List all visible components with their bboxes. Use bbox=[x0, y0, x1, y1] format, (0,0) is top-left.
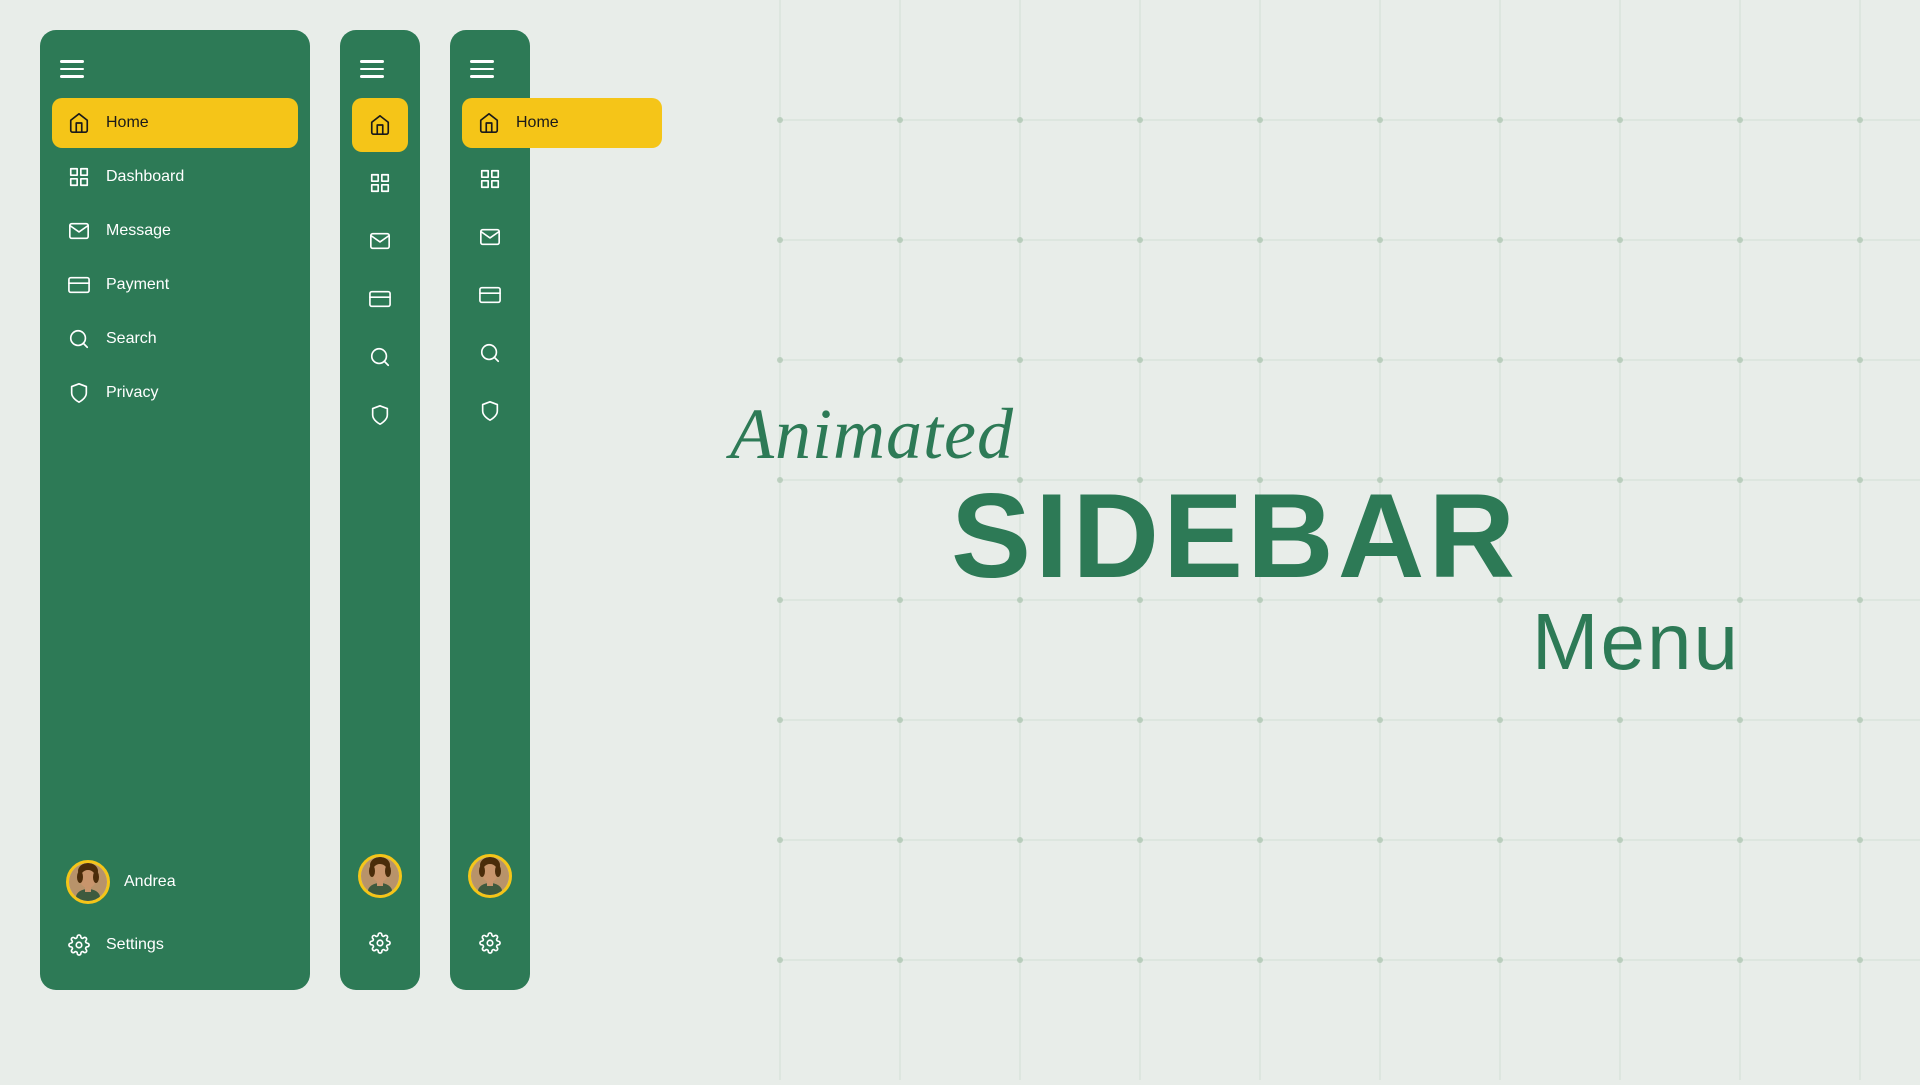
sidebar-item-settings-m[interactable] bbox=[352, 916, 408, 970]
hamburger-line-3 bbox=[60, 75, 84, 78]
sidebar-bottom-mini bbox=[450, 840, 530, 970]
hamburger-button-medium[interactable] bbox=[340, 50, 420, 98]
hamburger-line-m2 bbox=[360, 68, 384, 71]
home-icon-s bbox=[476, 110, 502, 136]
dashboard-icon bbox=[66, 164, 92, 190]
hamburger-icon-full bbox=[60, 60, 84, 78]
message-icon-s bbox=[477, 224, 503, 250]
sidebar-item-dashboard-s[interactable] bbox=[462, 152, 518, 206]
hamburger-line-s2 bbox=[470, 68, 494, 71]
sidebar-item-settings-s[interactable] bbox=[462, 916, 518, 970]
home-icon bbox=[66, 110, 92, 136]
sidebar-item-user[interactable]: Andrea bbox=[52, 848, 298, 916]
hamburger-line-s1 bbox=[470, 60, 494, 63]
sidebar-item-message-m[interactable] bbox=[352, 214, 408, 268]
settings-icon bbox=[66, 932, 92, 958]
sidebar-heading: SIDEBAR bbox=[951, 469, 1519, 603]
hamburger-button-mini[interactable] bbox=[450, 50, 530, 98]
nav-items-full: Home Dashboard bbox=[40, 98, 310, 849]
dashboard-icon-m bbox=[367, 170, 393, 196]
user-name-label: Andrea bbox=[124, 873, 176, 891]
search-icon-m bbox=[367, 344, 393, 370]
hamburger-icon-mini bbox=[470, 60, 494, 78]
dashboard-label: Dashboard bbox=[106, 168, 184, 186]
avatar bbox=[66, 860, 110, 904]
sidebar-item-search-s[interactable] bbox=[462, 326, 518, 380]
message-icon bbox=[66, 218, 92, 244]
sidebar-item-privacy-s[interactable] bbox=[462, 384, 518, 438]
settings-icon-m bbox=[367, 930, 393, 956]
hamburger-line-2 bbox=[60, 68, 84, 71]
sidebar-item-payment-m[interactable] bbox=[352, 272, 408, 326]
avatar-s bbox=[468, 854, 512, 898]
sidebar-item-user-s[interactable] bbox=[462, 840, 518, 912]
sidebar-item-privacy-m[interactable] bbox=[352, 388, 408, 442]
message-label: Message bbox=[106, 222, 171, 240]
sidebar-item-home[interactable]: Home bbox=[52, 98, 298, 148]
sidebar-item-payment[interactable]: Payment bbox=[52, 260, 298, 310]
sidebar-item-user-m[interactable] bbox=[352, 840, 408, 912]
hamburger-line-m3 bbox=[360, 75, 384, 78]
nav-items-medium bbox=[340, 98, 420, 841]
avatar-image-m bbox=[361, 857, 399, 895]
home-icon-m bbox=[367, 112, 393, 138]
hamburger-line-1 bbox=[60, 60, 84, 63]
privacy-icon bbox=[66, 380, 92, 406]
hamburger-button-full[interactable] bbox=[40, 50, 310, 98]
animated-heading: Animated bbox=[730, 394, 1014, 474]
message-icon-m bbox=[367, 228, 393, 254]
sidebar-item-dashboard-m[interactable] bbox=[352, 156, 408, 210]
settings-label: Settings bbox=[106, 936, 164, 954]
menu-heading: Menu bbox=[1532, 597, 1740, 686]
sidebar-item-privacy[interactable]: Privacy bbox=[52, 368, 298, 418]
dashboard-icon-s bbox=[477, 166, 503, 192]
sidebar-bottom-full: Andrea Settings bbox=[40, 848, 310, 970]
avatar-m bbox=[358, 854, 402, 898]
sidebar-item-home-s[interactable]: Home bbox=[462, 98, 662, 148]
sidebar-item-message[interactable]: Message bbox=[52, 206, 298, 256]
avatar-image-s bbox=[471, 857, 509, 895]
sidebar-item-dashboard[interactable]: Dashboard bbox=[52, 152, 298, 202]
sidebar-item-settings[interactable]: Settings bbox=[52, 920, 298, 970]
privacy-icon-s bbox=[477, 398, 503, 424]
privacy-icon-m bbox=[367, 402, 393, 428]
sidebar-bottom-medium bbox=[340, 840, 420, 970]
sidebar-item-search-m[interactable] bbox=[352, 330, 408, 384]
sidebar-item-home-m[interactable] bbox=[352, 98, 408, 152]
hamburger-line-s3 bbox=[470, 75, 494, 78]
sidebar-full: Home Dashboard bbox=[40, 30, 310, 990]
sidebar-item-message-s[interactable] bbox=[462, 210, 518, 264]
home-label: Home bbox=[106, 114, 149, 132]
sidebar-medium bbox=[340, 30, 420, 990]
payment-icon-m bbox=[367, 286, 393, 312]
search-icon bbox=[66, 326, 92, 352]
payment-icon-s bbox=[477, 282, 503, 308]
home-label-s: Home bbox=[516, 114, 559, 132]
sidebar-mini: Home bbox=[450, 30, 530, 990]
nav-items-mini: Home bbox=[450, 98, 530, 841]
avatar-image bbox=[69, 863, 107, 901]
settings-icon-s bbox=[477, 930, 503, 956]
hamburger-icon-medium bbox=[360, 60, 384, 78]
privacy-label: Privacy bbox=[106, 384, 158, 402]
sidebar-item-search[interactable]: Search bbox=[52, 314, 298, 364]
hamburger-line-m1 bbox=[360, 60, 384, 63]
search-icon-s bbox=[477, 340, 503, 366]
sidebars-container: Home Dashboard bbox=[0, 0, 570, 1080]
right-content: Animated SIDEBAR Menu bbox=[570, 393, 1920, 688]
payment-icon bbox=[66, 272, 92, 298]
payment-label: Payment bbox=[106, 276, 169, 294]
search-label: Search bbox=[106, 330, 157, 348]
sidebar-item-payment-s[interactable] bbox=[462, 268, 518, 322]
